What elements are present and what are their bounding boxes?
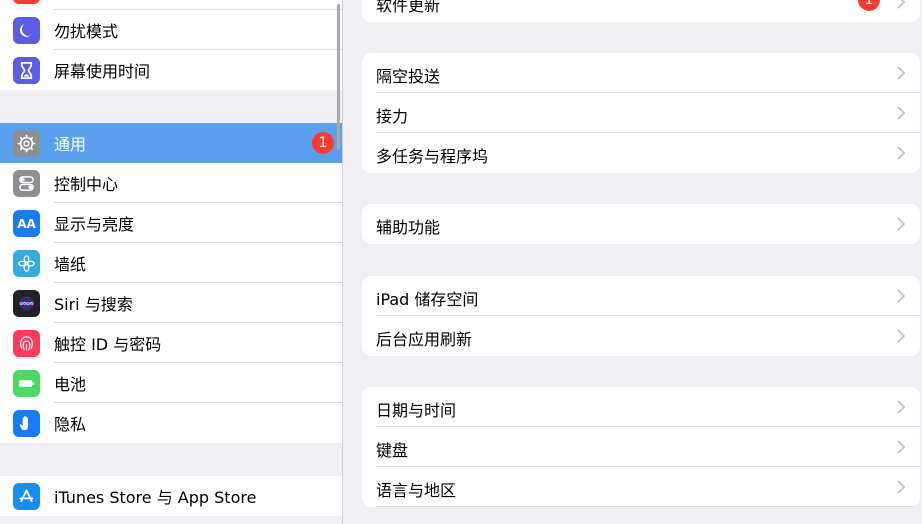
sidebar-item-label: 通用 [54, 135, 87, 154]
chevron-right-icon [897, 329, 905, 343]
software-update-badge: 1 [858, 0, 880, 11]
sidebar-item-general[interactable]: 通用 1 [0, 123, 342, 163]
battery-icon [13, 370, 40, 397]
settings-sidebar: 勿扰模式 屏幕使用时间 通用 1 控制中心 AA 显示与亮度 墙纸 Siri 与… [0, 0, 343, 524]
sidebar-item-privacy[interactable]: 隐私 [0, 403, 342, 443]
row-label: 后台应用刷新 [376, 330, 473, 349]
sidebar-item-screen-time[interactable]: 屏幕使用时间 [0, 50, 342, 90]
sidebar-group-focus: 勿扰模式 屏幕使用时间 [0, 0, 342, 90]
sidebar-item-label: Siri 与搜索 [54, 295, 133, 314]
row-label: iPad 储存空间 [376, 290, 479, 309]
row-label: 软件更新 [376, 0, 441, 15]
moon-icon [13, 17, 40, 44]
general-update-badge: 1 [312, 132, 334, 154]
sidebar-item-label: 屏幕使用时间 [54, 62, 151, 81]
chevron-right-icon [897, 146, 905, 160]
chevron-right-icon [897, 440, 905, 454]
app-store-icon [13, 483, 40, 510]
fingerprint-icon [13, 330, 40, 357]
hourglass-icon [13, 57, 40, 84]
row-ipad-storage[interactable]: iPad 储存空间 [362, 276, 920, 316]
hand-icon [13, 410, 40, 437]
sidebar-item-label: 隐私 [54, 415, 87, 434]
sidebar-item-wallpaper[interactable]: 墙纸 [0, 243, 342, 283]
red-app-icon [13, 0, 40, 4]
sidebar-group-stores: iTunes Store 与 App Store [0, 476, 342, 516]
row-label: 多任务与程序坞 [376, 147, 489, 166]
sidebar-item-label: iTunes Store 与 App Store [54, 488, 257, 507]
group-accessibility: 辅助功能 [362, 204, 920, 244]
sidebar-item-touch-id-passcode[interactable]: 触控 ID 与密码 [0, 323, 342, 363]
row-label: 接力 [376, 107, 409, 126]
sidebar-item-display-brightness[interactable]: AA 显示与亮度 [0, 203, 342, 243]
row-multitasking-dock[interactable]: 多任务与程序坞 [362, 133, 920, 173]
chevron-right-icon [897, 289, 905, 303]
row-label: 日期与时间 [376, 401, 457, 420]
flower-icon [13, 250, 40, 277]
row-label: 语言与地区 [376, 481, 457, 500]
row-keyboard[interactable]: 键盘 [362, 427, 920, 467]
row-accessibility[interactable]: 辅助功能 [362, 204, 920, 244]
chevron-right-icon [897, 400, 905, 414]
gear-icon [13, 130, 40, 157]
row-language-region[interactable]: 语言与地区 [362, 467, 920, 507]
sidebar-item-label: 显示与亮度 [54, 215, 135, 234]
chevron-right-icon [897, 106, 905, 120]
sidebar-scrollbar[interactable] [337, 4, 340, 150]
sidebar-item-siri-search[interactable]: Siri 与搜索 [0, 283, 342, 323]
row-background-app-refresh[interactable]: 后台应用刷新 [362, 316, 920, 356]
chevron-right-icon [897, 66, 905, 80]
row-date-time[interactable]: 日期与时间 [362, 387, 920, 427]
row-label: 隔空投送 [376, 67, 441, 86]
text-size-icon: AA [13, 210, 40, 237]
row-handoff[interactable]: 接力 [362, 93, 920, 133]
chevron-right-icon [897, 217, 905, 231]
sidebar-item-label: 勿扰模式 [54, 22, 119, 41]
sidebar-item-itunes-app-store[interactable]: iTunes Store 与 App Store [0, 476, 342, 516]
group-software-update: 软件更新 1 [362, 0, 920, 22]
sidebar-item-label: 墙纸 [54, 255, 87, 274]
group-storage: iPad 储存空间 后台应用刷新 [362, 276, 920, 356]
row-software-update[interactable]: 软件更新 1 [362, 0, 920, 22]
sidebar-group-general: 通用 1 控制中心 AA 显示与亮度 墙纸 Siri 与搜索 触控 ID 与密码… [0, 123, 342, 443]
group-locale: 日期与时间 键盘 语言与地区 [362, 387, 920, 507]
settings-screen: 勿扰模式 屏幕使用时间 通用 1 控制中心 AA 显示与亮度 墙纸 Siri 与… [0, 0, 922, 524]
sidebar-item-do-not-disturb[interactable]: 勿扰模式 [0, 10, 342, 50]
group-continuity: 隔空投送 接力 多任务与程序坞 [362, 53, 920, 173]
chevron-right-icon [897, 480, 905, 494]
row-label: 键盘 [376, 441, 409, 460]
sidebar-item-label: 触控 ID 与密码 [54, 335, 162, 354]
row-label: 辅助功能 [376, 218, 441, 237]
sidebar-item-label: 电池 [54, 375, 87, 394]
sidebar-item-label: 控制中心 [54, 175, 119, 194]
sidebar-item-battery[interactable]: 电池 [0, 363, 342, 403]
siri-icon [13, 290, 40, 317]
sidebar-item-notifications[interactable] [0, 0, 342, 10]
general-detail-panel: 软件更新 1 隔空投送 接力 多任务与程序坞 辅助功能 iPad 储存空间 后台… [344, 0, 922, 524]
chevron-right-icon [897, 0, 905, 9]
toggles-icon [13, 170, 40, 197]
sidebar-item-control-center[interactable]: 控制中心 [0, 163, 342, 203]
row-airdrop[interactable]: 隔空投送 [362, 53, 920, 93]
